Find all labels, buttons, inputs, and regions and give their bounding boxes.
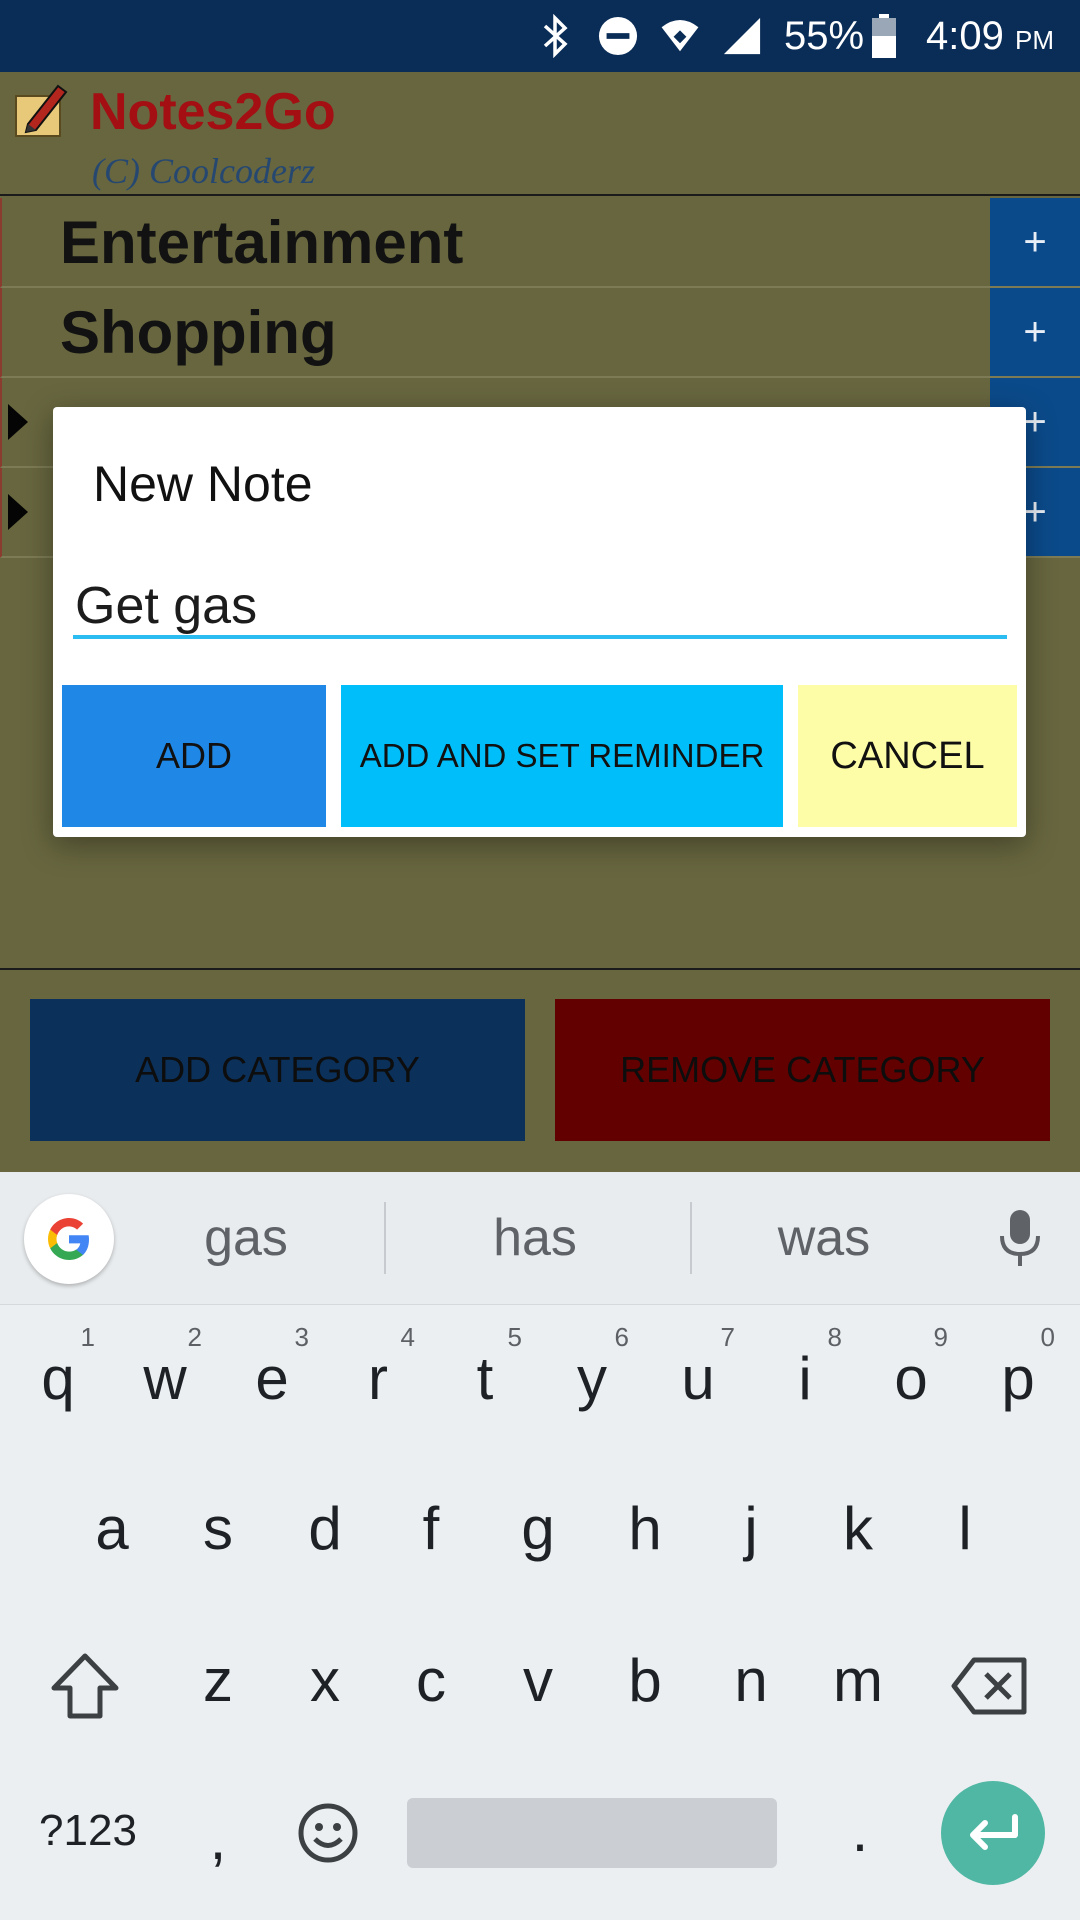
key-q[interactable]: q1 <box>13 1322 103 1413</box>
key-comma[interactable]: , <box>173 1804 263 1873</box>
add-and-set-reminder-button[interactable]: ADD AND SET REMINDER <box>341 685 783 827</box>
suggestion-strip: gas has was <box>0 1172 1080 1305</box>
key-z[interactable]: z <box>173 1646 263 1715</box>
clock-ampm: PM <box>1015 24 1054 55</box>
key-letter: y <box>577 1345 607 1412</box>
key-b[interactable]: b <box>600 1646 690 1715</box>
key-hint: 4 <box>400 1322 415 1352</box>
key-m[interactable]: m <box>813 1646 903 1715</box>
space-bar[interactable] <box>407 1798 777 1868</box>
category-row-shopping[interactable]: Shopping + <box>0 288 1080 378</box>
key-hint: 0 <box>1040 1322 1055 1352</box>
key-o[interactable]: o9 <box>866 1322 956 1413</box>
key-l[interactable]: l <box>920 1494 1010 1563</box>
remove-category-button[interactable]: REMOVE CATEGORY <box>555 999 1050 1141</box>
key-s[interactable]: s <box>173 1494 263 1563</box>
enter-icon[interactable] <box>941 1781 1045 1885</box>
bluetooth-icon <box>536 14 576 58</box>
status-bar: 55% 4:09 PM <box>0 0 1080 72</box>
key-period[interactable]: . <box>815 1796 905 1865</box>
app-copyright: (C) Coolcoderz <box>92 151 315 191</box>
key-k[interactable]: k <box>813 1494 903 1563</box>
battery-percent: 55% <box>783 13 865 58</box>
shift-icon[interactable] <box>40 1652 130 1734</box>
symbols-key[interactable]: ?123 <box>38 1806 138 1856</box>
add-button[interactable]: ADD <box>62 685 326 827</box>
key-hint: 6 <box>614 1322 629 1352</box>
category-row-entertainment[interactable]: Entertainment + <box>0 198 1080 288</box>
key-a[interactable]: a <box>67 1494 157 1563</box>
divider <box>0 968 1080 970</box>
key-hint: 8 <box>827 1322 842 1352</box>
key-u[interactable]: u7 <box>653 1322 743 1413</box>
key-w[interactable]: w2 <box>120 1322 210 1413</box>
microphone-icon[interactable] <box>995 1208 1045 1277</box>
key-letter: w <box>143 1345 187 1412</box>
key-hint: 2 <box>187 1322 202 1352</box>
key-hint: 5 <box>507 1322 522 1352</box>
dialog-title: New Note <box>93 456 313 512</box>
add-note-button[interactable]: + <box>990 288 1080 376</box>
backspace-icon[interactable] <box>945 1656 1035 1730</box>
battery-icon <box>864 14 904 58</box>
expand-arrow-icon[interactable] <box>8 404 28 440</box>
new-note-dialog: New Note ADD ADD AND SET REMINDER CANCEL <box>53 407 1026 837</box>
emoji-icon[interactable] <box>296 1802 360 1878</box>
add-category-button[interactable]: ADD CATEGORY <box>30 999 525 1141</box>
clock-time: 4:09 <box>926 13 1004 58</box>
key-hint: 1 <box>80 1322 95 1352</box>
key-letter: q <box>41 1345 75 1412</box>
key-h[interactable]: h <box>600 1494 690 1563</box>
key-r[interactable]: r4 <box>333 1322 423 1413</box>
wifi-icon <box>660 16 700 56</box>
key-letter: i <box>798 1345 812 1412</box>
app-header: Notes2Go (C) Coolcoderz <box>0 72 1080 196</box>
key-t[interactable]: t5 <box>440 1322 530 1413</box>
key-f[interactable]: f <box>386 1494 476 1563</box>
key-g[interactable]: g <box>493 1494 583 1563</box>
category-label: Entertainment <box>60 209 464 276</box>
cell-signal-icon <box>722 16 762 56</box>
key-letter: p <box>1001 1345 1035 1412</box>
key-letter: t <box>476 1345 494 1412</box>
key-hint: 3 <box>294 1322 309 1352</box>
pencil-notepad-icon <box>14 80 70 138</box>
suggestion-1[interactable]: gas <box>96 1208 396 1268</box>
key-d[interactable]: d <box>280 1494 370 1563</box>
key-e[interactable]: e3 <box>227 1322 317 1413</box>
category-label: Shopping <box>60 299 337 366</box>
clock: 4:09 PM <box>926 14 1054 59</box>
key-i[interactable]: i8 <box>760 1322 850 1413</box>
key-x[interactable]: x <box>280 1646 370 1715</box>
suggestion-3[interactable]: was <box>674 1208 974 1268</box>
key-letter: e <box>255 1345 289 1412</box>
add-note-button[interactable]: + <box>990 198 1080 286</box>
note-text-input[interactable] <box>73 577 1007 639</box>
key-hint: 9 <box>933 1322 948 1352</box>
cancel-button[interactable]: CANCEL <box>798 685 1017 827</box>
expand-arrow-icon[interactable] <box>8 494 28 530</box>
key-letter: r <box>368 1345 388 1412</box>
app-title: Notes2Go <box>90 83 336 141</box>
key-v[interactable]: v <box>493 1646 583 1715</box>
key-n[interactable]: n <box>706 1646 796 1715</box>
key-letter: u <box>681 1345 715 1412</box>
do-not-disturb-icon <box>598 16 638 56</box>
key-letter: o <box>894 1345 928 1412</box>
key-y[interactable]: y6 <box>547 1322 637 1413</box>
suggestion-2[interactable]: has <box>385 1208 685 1268</box>
key-hint: 7 <box>720 1322 735 1352</box>
key-p[interactable]: p0 <box>973 1322 1063 1413</box>
key-c[interactable]: c <box>386 1646 476 1715</box>
key-j[interactable]: j <box>706 1494 796 1563</box>
